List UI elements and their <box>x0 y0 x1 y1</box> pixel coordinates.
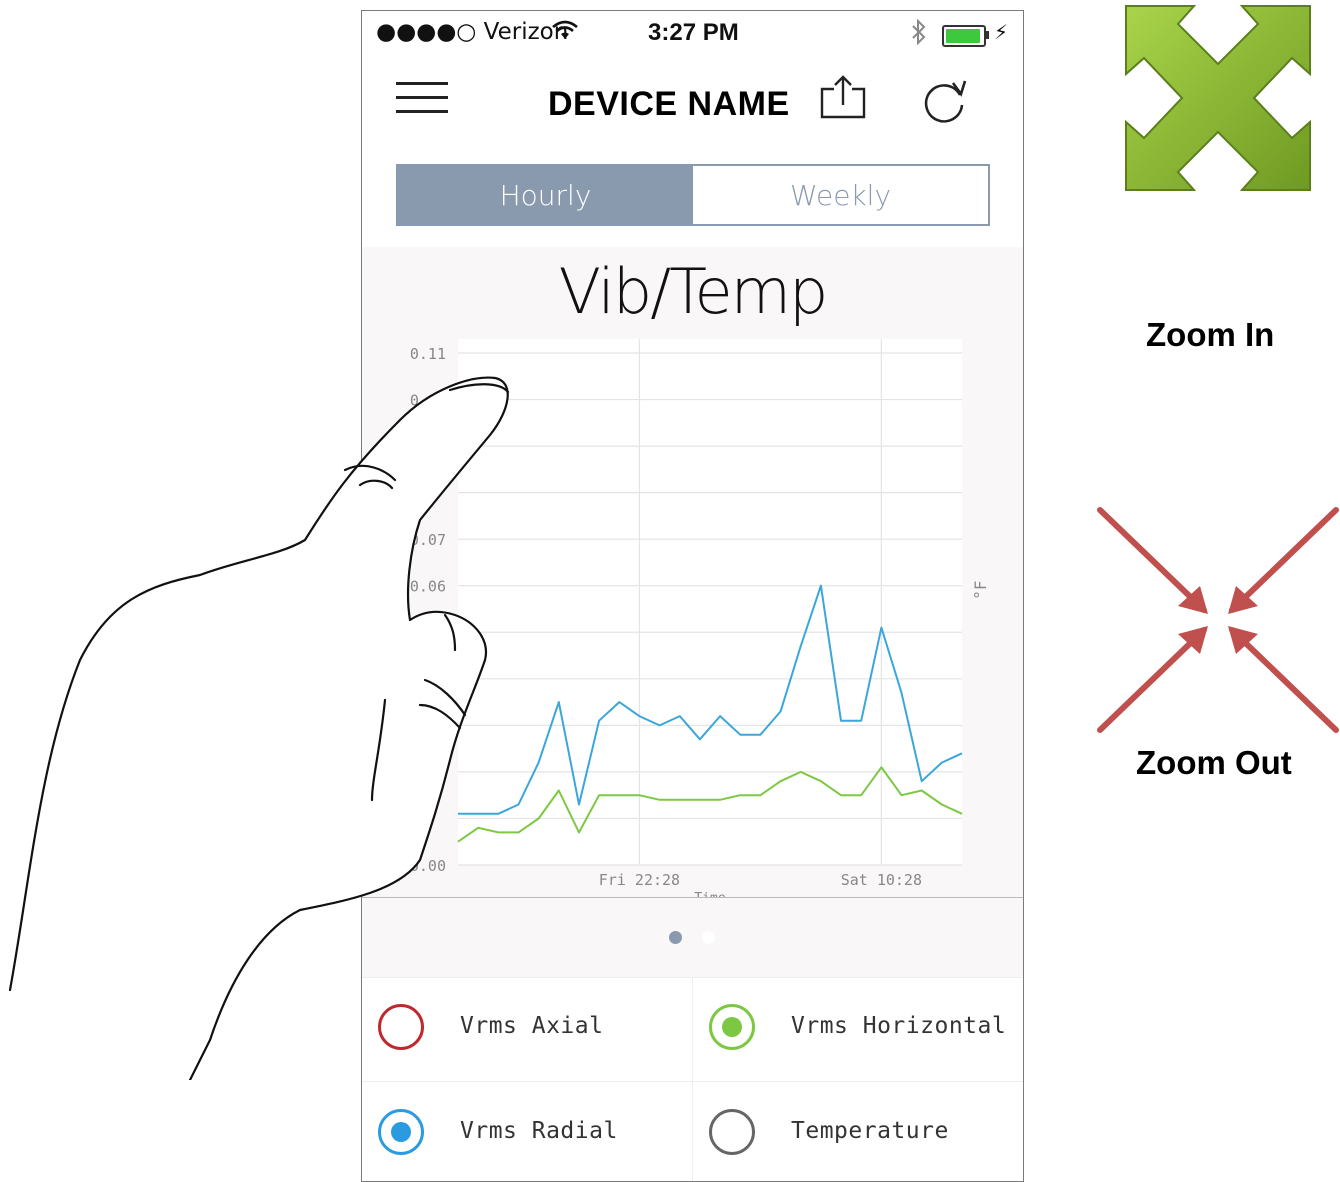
legend-label: Vrms Radial <box>460 1118 618 1144</box>
legend-item-vrms-horizontal[interactable]: Vrms Horizontal <box>693 977 1023 1081</box>
status-bar: ●●●●○ Verizon 3:27 PM ⚡ <box>362 11 1023 57</box>
battery-level <box>946 29 981 43</box>
zoom-out-label: Zoom Out <box>1136 744 1292 781</box>
legend-divider-vertical <box>692 977 693 1181</box>
zoom-in-label: Zoom In <box>1146 316 1275 353</box>
radio-selected-dot <box>722 1017 742 1037</box>
x-tick-label: Sat 10:28 <box>841 871 922 889</box>
carrier-label: ●●●●○ Verizon <box>376 19 569 45</box>
chart-panel[interactable]: Vib/Temp 0.00 0.06 0.07 0.10 0.11 Fri 22:28 Sa… <box>362 247 1023 897</box>
radio-vrms-axial[interactable] <box>378 1004 424 1050</box>
refresh-icon[interactable] <box>920 75 970 125</box>
radio-selected-dot <box>391 1122 411 1142</box>
time-range-toggle: Hourly Weekly <box>396 164 990 226</box>
legend-item-vrms-radial[interactable]: Vrms Radial <box>362 1082 692 1181</box>
y-axis-label: ips <box>387 576 401 598</box>
hamburger-icon[interactable] <box>396 77 448 117</box>
y-tick-label: 0.11 <box>410 345 446 363</box>
bluetooth-icon <box>910 18 928 51</box>
legend-item-vrms-axial[interactable]: Vrms Axial <box>362 977 692 1081</box>
radio-vrms-radial[interactable] <box>378 1109 424 1155</box>
contract-arrows-icon <box>1097 507 1339 733</box>
plot-background <box>458 339 962 865</box>
vib-temp-chart[interactable]: 0.000.060.070.100.11Fri 22:28Sat 10:28Ti… <box>362 247 1023 897</box>
app-header: DEVICE NAME <box>362 63 1023 143</box>
page-indicator <box>362 898 1023 978</box>
legend-divider-horizontal <box>362 1081 1023 1082</box>
page-dot-1[interactable] <box>669 931 682 944</box>
charging-icon: ⚡ <box>994 20 1009 44</box>
tab-weekly[interactable]: Weekly <box>693 166 988 224</box>
x-tick-label: Fri 22:28 <box>599 871 680 889</box>
legend-label: Vrms Axial <box>460 1013 604 1039</box>
expand-arrows-icon <box>1125 5 1311 191</box>
battery-icon <box>942 25 986 47</box>
wifi-icon <box>552 19 578 47</box>
radio-vrms-horizontal[interactable] <box>709 1004 755 1050</box>
legend-label: Vrms Horizontal <box>791 1013 1007 1039</box>
battery-tip <box>986 31 989 39</box>
y-tick-label: 0.10 <box>410 392 446 410</box>
page-dot-2[interactable] <box>702 931 715 944</box>
y-tick-label: 0.06 <box>410 578 446 596</box>
phone-screen: ●●●●○ Verizon 3:27 PM ⚡ DEVICE NAME Hour… <box>361 10 1024 1182</box>
legend-label: Temperature <box>791 1118 949 1144</box>
radio-temperature[interactable] <box>709 1109 755 1155</box>
y-tick-label: 0.07 <box>410 531 446 549</box>
status-time: 3:27 PM <box>648 19 739 46</box>
page-title: DEVICE NAME <box>548 85 790 123</box>
legend-item-temperature[interactable]: Temperature <box>693 1082 1023 1181</box>
share-icon[interactable] <box>818 75 868 121</box>
y-tick-label: 0.00 <box>410 857 446 875</box>
tab-hourly[interactable]: Hourly <box>398 166 693 224</box>
y2-axis-label: °F <box>971 580 990 599</box>
